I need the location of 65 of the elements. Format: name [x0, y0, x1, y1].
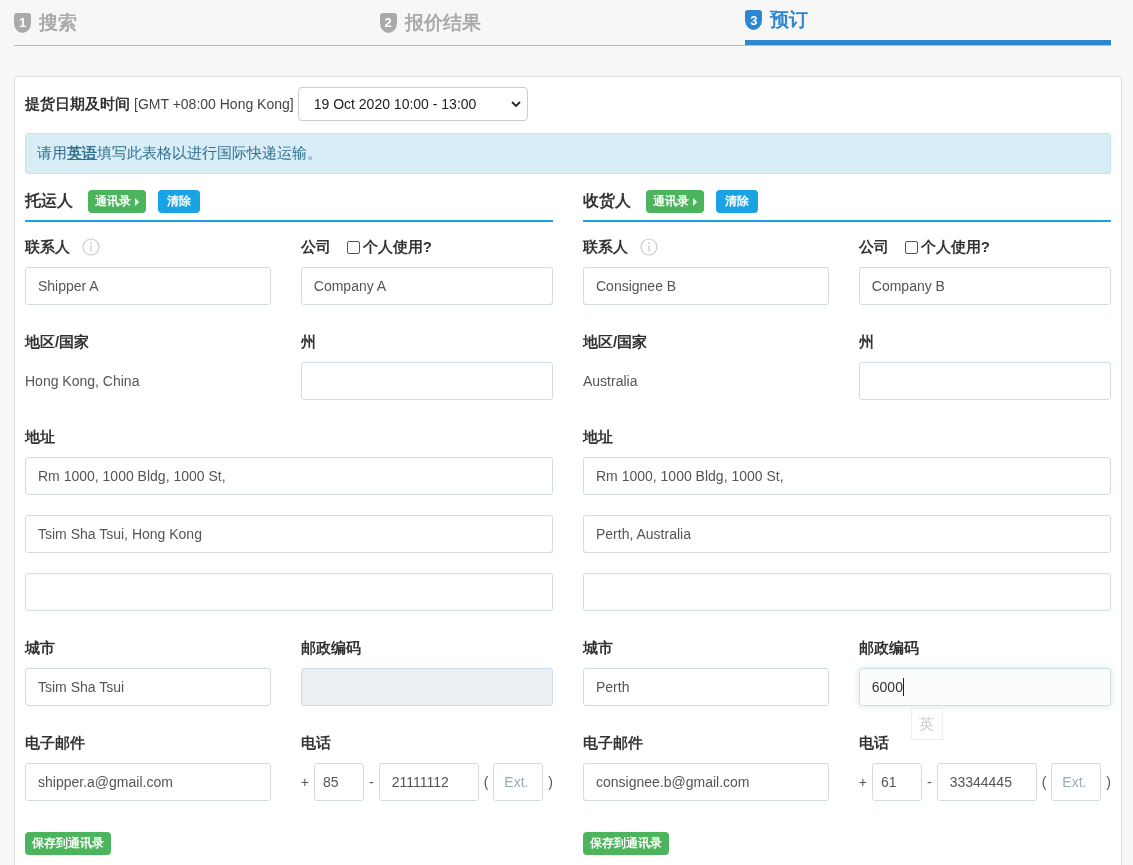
- field-label: 地址: [583, 427, 613, 447]
- parenthesis: ): [548, 774, 553, 790]
- field-label: 公司: [300, 237, 331, 257]
- input-field[interactable]: Shipper A: [25, 267, 271, 305]
- input-field[interactable]: shipper.a@gmail.com: [25, 763, 271, 801]
- field-label: 州: [300, 332, 316, 352]
- field-label: 地区/国家: [583, 332, 648, 352]
- input-field[interactable]: 6000: [858, 668, 1111, 706]
- input-field[interactable]: Rm 1000, 1000 Bldg, 1000 St,: [583, 457, 1111, 495]
- input-field[interactable]: consignee.b@gmail.com: [583, 763, 829, 801]
- field-label: 电话: [300, 733, 331, 753]
- phone-number-field[interactable]: 21111112: [378, 763, 479, 801]
- field-label: 地址: [25, 427, 55, 447]
- field-label: 公司: [858, 237, 889, 257]
- input-field[interactable]: [858, 362, 1111, 400]
- country-text: Hong Kong, China: [25, 373, 140, 389]
- country-text: Australia: [583, 373, 638, 389]
- dash-separator: -: [927, 774, 932, 790]
- input-field[interactable]: Company A: [300, 267, 553, 305]
- info-icon[interactable]: [640, 238, 658, 256]
- field-label: 电话: [858, 733, 889, 753]
- input-field[interactable]: [300, 362, 553, 400]
- input-field[interactable]: [583, 573, 1111, 611]
- chevron-down-icon: [510, 101, 521, 107]
- field-label: 邮政编码: [300, 638, 361, 658]
- phone-number-field[interactable]: 33344445: [936, 763, 1037, 801]
- checkbox-label: 个人使用?: [920, 237, 990, 257]
- checkbox[interactable]: [904, 240, 918, 254]
- country-code-field[interactable]: 61: [872, 763, 922, 801]
- input-field[interactable]: Tsim Sha Tsui: [25, 668, 271, 706]
- plus-sign: +: [858, 774, 867, 790]
- input-field[interactable]: Company B: [858, 267, 1111, 305]
- pickup-label: 提货日期及时间: [25, 94, 130, 114]
- section-title: 托运人: [25, 191, 73, 211]
- field-label: 州: [858, 332, 874, 352]
- parenthesis: ): [1106, 774, 1111, 790]
- step-tab[interactable]: 3 预订: [745, 0, 1111, 45]
- field-label: 城市: [25, 638, 55, 658]
- caret-icon: [135, 197, 139, 206]
- field-label: 地区/国家: [25, 332, 90, 352]
- input-field[interactable]: Perth, Australia: [583, 515, 1111, 553]
- field-label: 联系人: [25, 237, 70, 257]
- checkbox-label: 个人使用?: [362, 237, 432, 257]
- pickup-time-select[interactable]: 19 Oct 2020 10:00 - 13:00: [297, 87, 528, 121]
- field-label: 邮政编码: [858, 638, 919, 658]
- country-code-field[interactable]: 85: [314, 763, 364, 801]
- checkbox[interactable]: [346, 240, 360, 254]
- timezone-text: [GMT +08:00 Hong Kong]: [134, 96, 294, 112]
- input-field[interactable]: Consignee B: [583, 267, 829, 305]
- parenthesis: (: [1041, 774, 1047, 790]
- info-alert: 请用英语填写此表格以进行国际快递运输。: [25, 133, 1111, 174]
- input-field[interactable]: Tsim Sha Tsui, Hong Kong: [25, 515, 553, 553]
- input-field[interactable]: [25, 573, 553, 611]
- plus-sign: +: [300, 774, 309, 790]
- input-field[interactable]: Rm 1000, 1000 Bldg, 1000 St,: [25, 457, 553, 495]
- input-field[interactable]: Perth: [583, 668, 829, 706]
- field-label: 城市: [583, 638, 613, 658]
- parenthesis: (: [483, 774, 489, 790]
- caret-icon: [693, 197, 697, 206]
- info-icon[interactable]: [82, 238, 100, 256]
- dash-separator: -: [369, 774, 374, 790]
- field-label: 电子邮件: [583, 733, 643, 753]
- field-label: 联系人: [583, 237, 628, 257]
- section-title: 收货人: [583, 191, 631, 212]
- field-label: 电子邮件: [25, 733, 85, 753]
